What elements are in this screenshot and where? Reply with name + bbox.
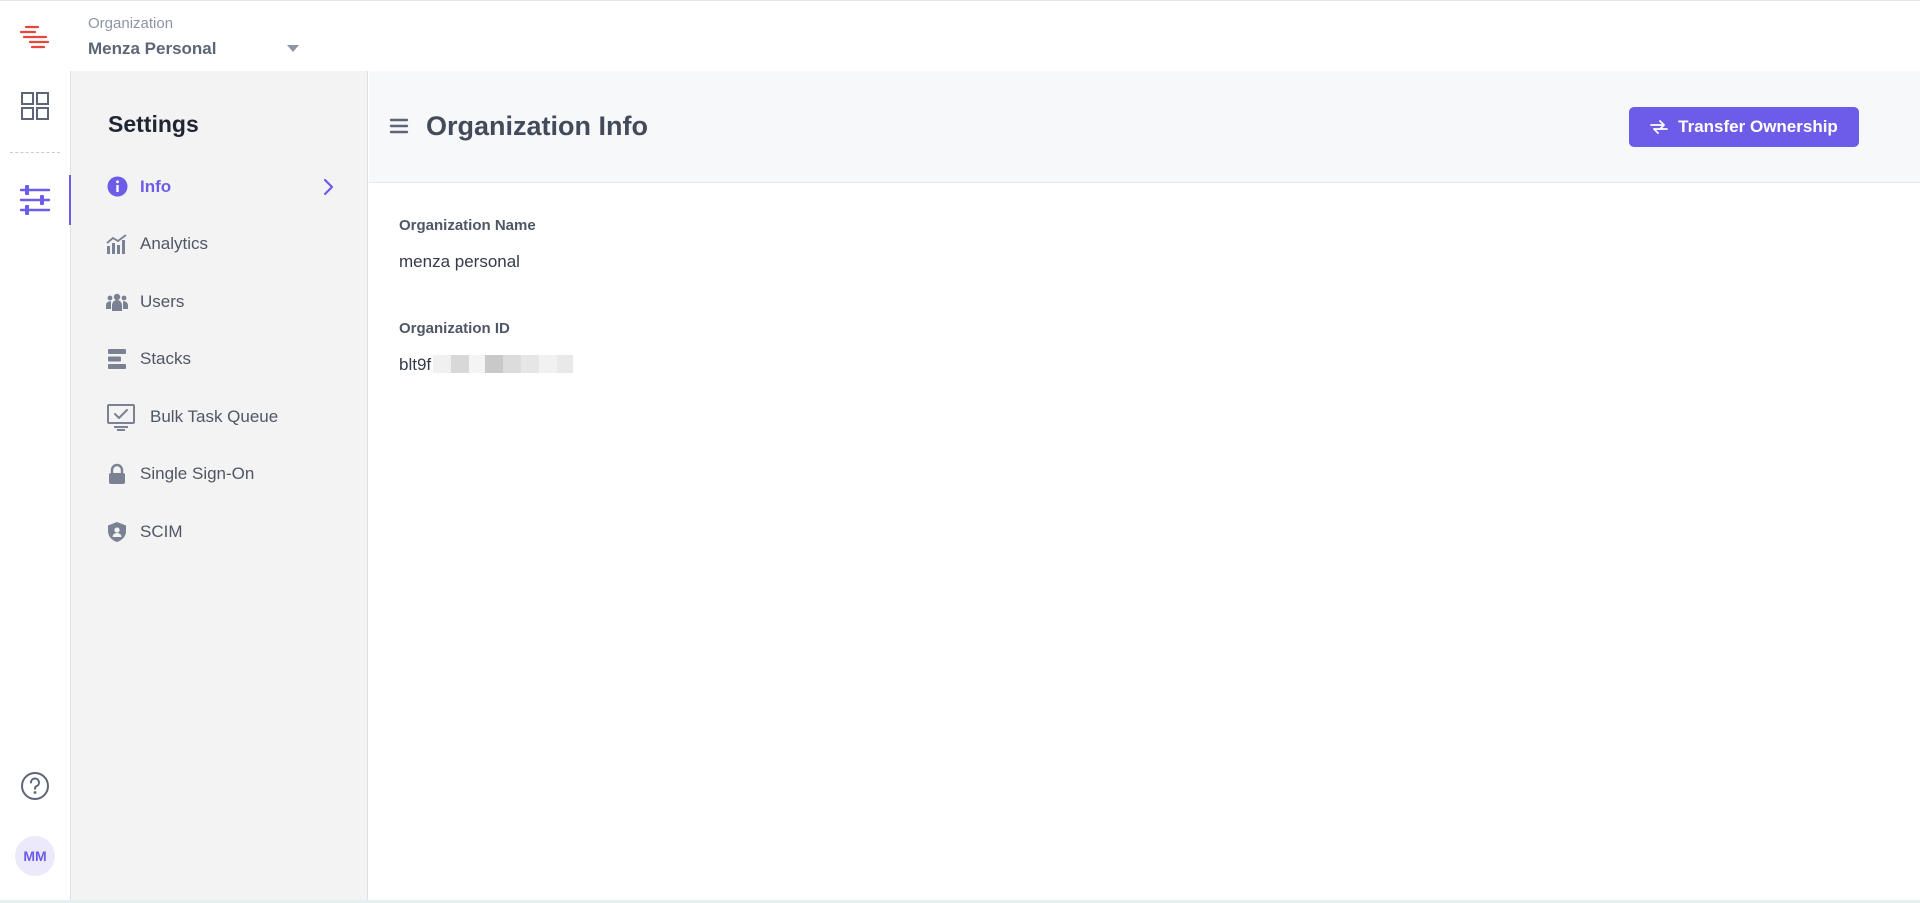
settings-sidebar: Settings Info Analytics Users Stacks Bul… xyxy=(71,71,368,903)
settings-nav: Info Analytics Users Stacks Bulk Task Qu… xyxy=(71,158,368,561)
top-bar: Organization Menza Personal xyxy=(0,0,1920,71)
field-value: menza personal xyxy=(399,252,520,271)
stacks-icon xyxy=(106,348,128,370)
page-header: Organization Info Transfer Ownership xyxy=(369,71,1920,183)
organization-label: Organization xyxy=(88,15,174,32)
settings-button[interactable] xyxy=(10,175,60,225)
users-icon xyxy=(106,291,128,313)
sidebar-title: Settings xyxy=(108,111,199,137)
transfer-ownership-label: Transfer Ownership xyxy=(1678,117,1838,136)
organization-name: Menza Personal xyxy=(88,39,217,58)
field-value-row: blt9f xyxy=(399,355,574,375)
help-icon xyxy=(21,772,49,800)
field-label: Organization ID xyxy=(399,320,510,337)
sidebar-item-label: Info xyxy=(140,176,172,196)
organization-switcher[interactable]: Organization Menza Personal xyxy=(88,15,308,61)
field-value: blt9f xyxy=(399,355,432,374)
redacted-value xyxy=(433,355,574,373)
sidebar-item-analytics[interactable]: Analytics xyxy=(71,216,368,274)
caret-down-icon xyxy=(287,45,299,52)
sidebar-item-single-sign-on[interactable]: Single Sign-On xyxy=(71,446,368,504)
main-content: Organization Info Transfer Ownership Org… xyxy=(369,71,1920,903)
organization-name-field: Organization Name menza personal xyxy=(399,217,536,272)
page-title: Organization Info xyxy=(426,111,648,141)
field-label: Organization Name xyxy=(399,217,536,234)
sidebar-item-label: Analytics xyxy=(140,234,209,254)
app-window: Organization Menza Personal MM Settings … xyxy=(0,0,1920,903)
monitor-check-icon xyxy=(106,403,136,431)
dashboard-button[interactable] xyxy=(10,81,60,131)
sidebar-item-stacks[interactable]: Stacks xyxy=(71,331,368,389)
organization-id-field: Organization ID blt9f xyxy=(399,320,574,375)
info-icon xyxy=(106,176,128,198)
user-avatar[interactable]: MM xyxy=(15,836,55,876)
shield-user-icon xyxy=(106,521,128,543)
sliders-icon xyxy=(19,185,51,215)
brand-logo-icon[interactable] xyxy=(18,23,52,53)
app-rail: MM xyxy=(0,71,71,903)
sidebar-item-label: Single Sign-On xyxy=(140,464,255,484)
sidebar-item-users[interactable]: Users xyxy=(71,273,368,331)
grid-icon xyxy=(21,92,49,120)
transfer-arrows-icon xyxy=(1650,120,1669,134)
sidebar-item-scim[interactable]: SCIM xyxy=(71,503,368,561)
chevron-right-icon xyxy=(322,178,334,201)
help-button[interactable] xyxy=(10,761,60,811)
rail-divider xyxy=(10,152,60,153)
sidebar-item-info[interactable]: Info xyxy=(71,158,368,216)
analytics-icon xyxy=(106,233,128,255)
sidebar-item-label: Users xyxy=(140,291,185,311)
lock-icon xyxy=(106,463,128,485)
sidebar-item-label: Stacks xyxy=(140,349,192,369)
sidebar-item-bulk-task-queue[interactable]: Bulk Task Queue xyxy=(71,388,368,446)
transfer-ownership-button[interactable]: Transfer Ownership xyxy=(1629,107,1859,147)
sidebar-item-label: SCIM xyxy=(140,521,183,541)
menu-icon[interactable] xyxy=(389,117,409,135)
sidebar-item-label: Bulk Task Queue xyxy=(150,406,279,426)
